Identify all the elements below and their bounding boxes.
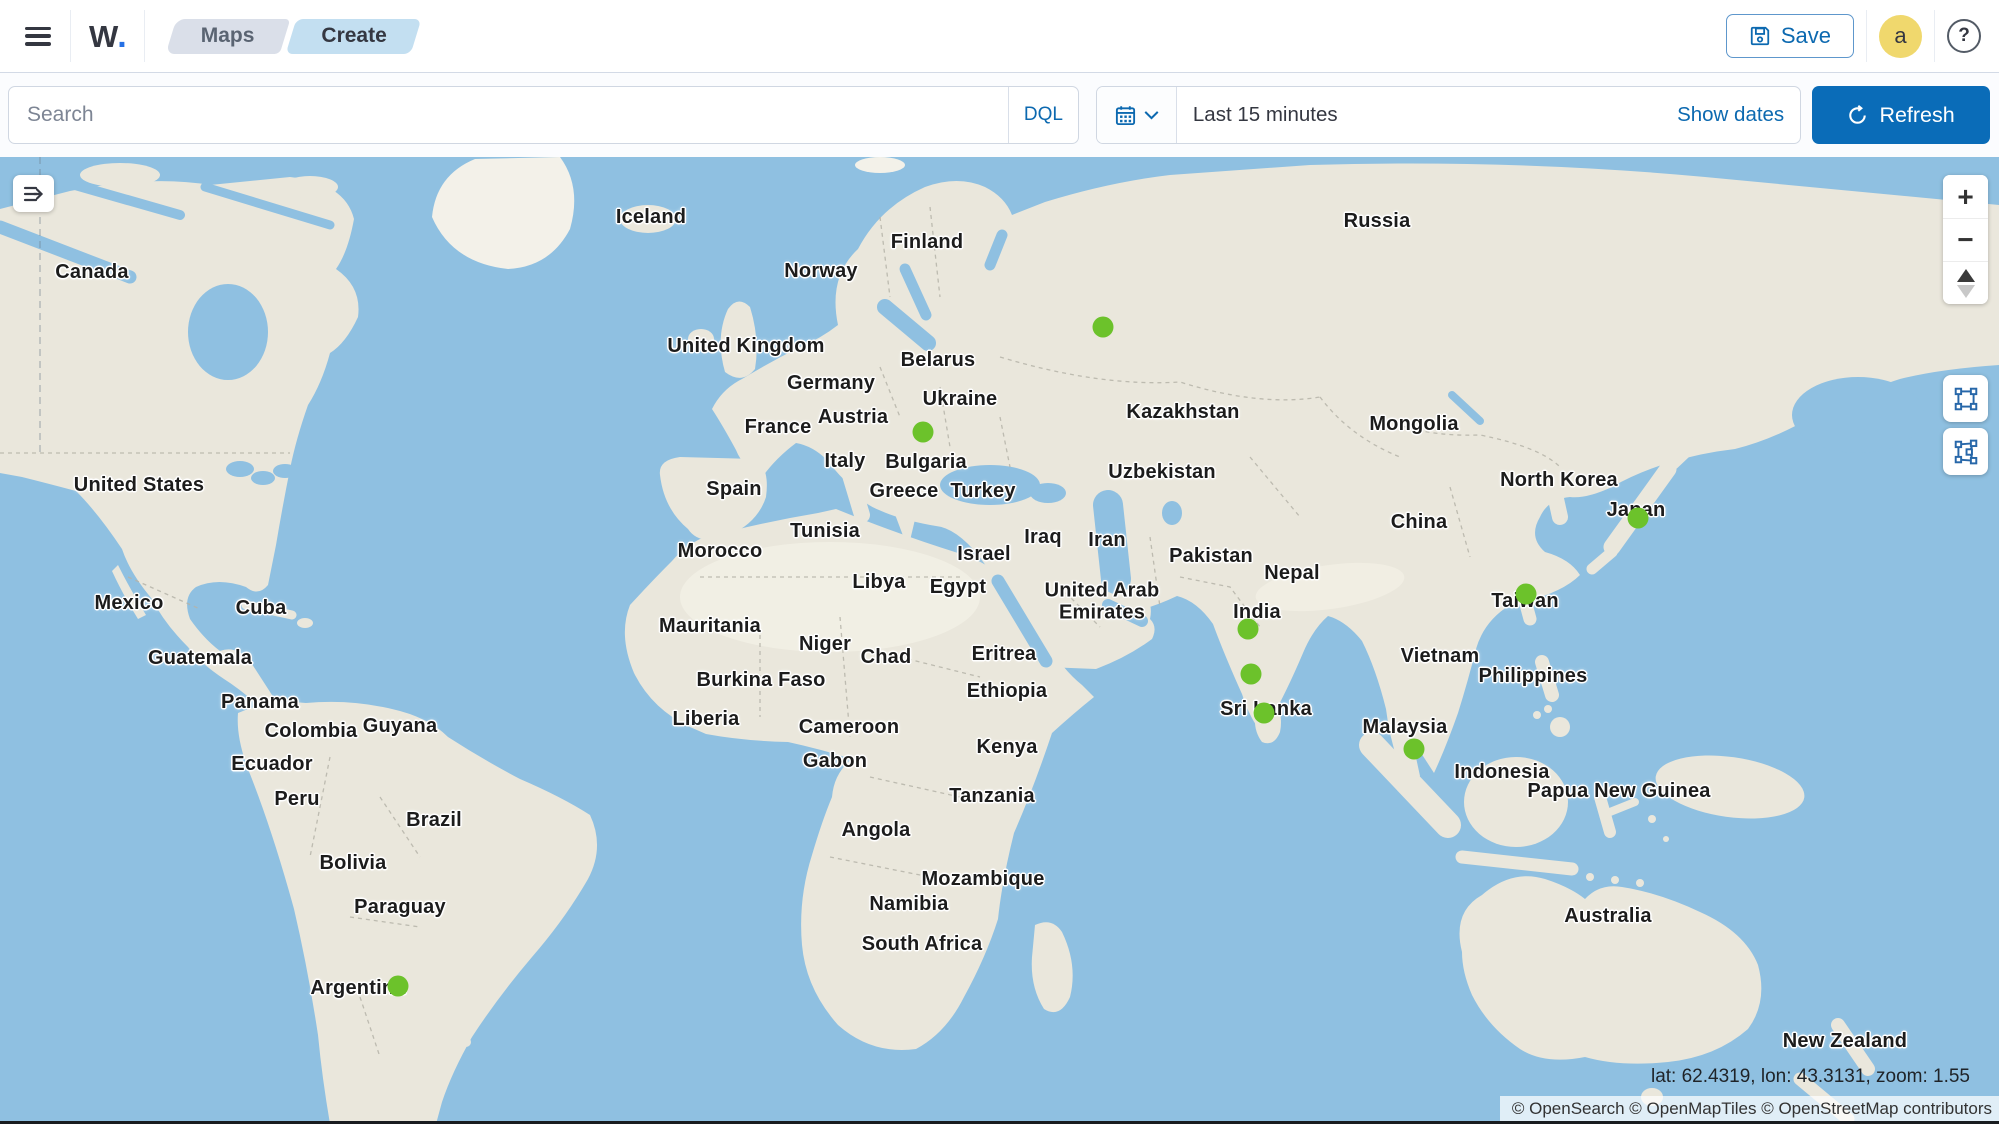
breadcrumb-create[interactable]: Create	[291, 19, 416, 54]
query-toolbar: DQL Last 15 minutes Show	[0, 73, 1999, 157]
legend-toggle-button[interactable]	[13, 175, 54, 212]
nav-divider	[70, 10, 71, 62]
document-map-point[interactable]	[1238, 619, 1259, 640]
legend-expand-icon	[22, 184, 46, 204]
chevron-down-icon	[1144, 110, 1159, 120]
map-zoom-controls: + −	[1943, 175, 1988, 304]
menu-button[interactable]	[18, 16, 58, 56]
search-box: DQL	[8, 86, 1079, 144]
breadcrumb: Maps Create	[171, 19, 417, 54]
document-map-point[interactable]	[1241, 664, 1262, 685]
help-icon[interactable]: ?	[1947, 19, 1981, 53]
hamburger-icon	[25, 27, 51, 46]
calendar-icon	[1114, 104, 1137, 127]
document-map-point[interactable]	[1093, 317, 1114, 338]
map-attribution[interactable]: © OpenSearch © OpenMapTiles © OpenStreet…	[1500, 1096, 1999, 1121]
nav-right-group: Save a ?	[1726, 10, 1981, 62]
zoom-out-button[interactable]: −	[1943, 218, 1988, 261]
app-window: W. Maps Create Save a ?	[0, 0, 1999, 1124]
map-draw-tools	[1943, 375, 1988, 475]
document-map-point[interactable]	[1404, 739, 1425, 760]
document-map-point[interactable]	[1628, 508, 1649, 529]
map-coordinates-readout: lat: 62.4319, lon: 43.3131, zoom: 1.55	[1651, 1066, 1970, 1088]
document-map-point[interactable]	[1516, 584, 1537, 605]
map-canvas[interactable]: IcelandCanadaNorwayFinlandRussiaUnited K…	[0, 157, 1999, 1124]
document-map-point[interactable]	[913, 422, 934, 443]
show-dates-button[interactable]: Show dates	[1661, 87, 1800, 143]
document-map-point[interactable]	[1254, 703, 1275, 724]
avatar[interactable]: a	[1879, 15, 1922, 58]
compass-north-icon	[1957, 269, 1975, 282]
compass-south-icon	[1957, 285, 1975, 298]
breadcrumb-maps[interactable]: Maps	[171, 19, 285, 54]
world-map-graphic	[0, 157, 1999, 1124]
quick-select-button[interactable]	[1097, 87, 1177, 143]
logo-dot: .	[117, 17, 125, 55]
search-input[interactable]	[9, 87, 1008, 143]
draw-polygon-icon	[1953, 439, 1979, 465]
refresh-icon	[1847, 105, 1868, 126]
top-nav: W. Maps Create Save a ?	[0, 0, 1999, 73]
dql-button[interactable]: DQL	[1008, 87, 1078, 143]
save-button[interactable]: Save	[1726, 14, 1854, 58]
nav-divider	[144, 10, 145, 62]
draw-rectangle-button[interactable]	[1943, 375, 1988, 422]
compass-control[interactable]	[1943, 261, 1988, 304]
nav-divider	[1934, 10, 1935, 62]
zoom-in-button[interactable]: +	[1943, 175, 1988, 218]
save-icon	[1749, 25, 1771, 47]
draw-rectangle-icon	[1953, 386, 1979, 412]
draw-polygon-button[interactable]	[1943, 428, 1988, 475]
app-logo[interactable]: W.	[83, 17, 132, 56]
time-range-value[interactable]: Last 15 minutes	[1177, 87, 1661, 143]
refresh-button[interactable]: Refresh	[1812, 86, 1990, 144]
nav-divider	[1866, 10, 1867, 62]
time-picker: Last 15 minutes Show dates	[1096, 86, 1801, 144]
document-map-point[interactable]	[388, 976, 409, 997]
